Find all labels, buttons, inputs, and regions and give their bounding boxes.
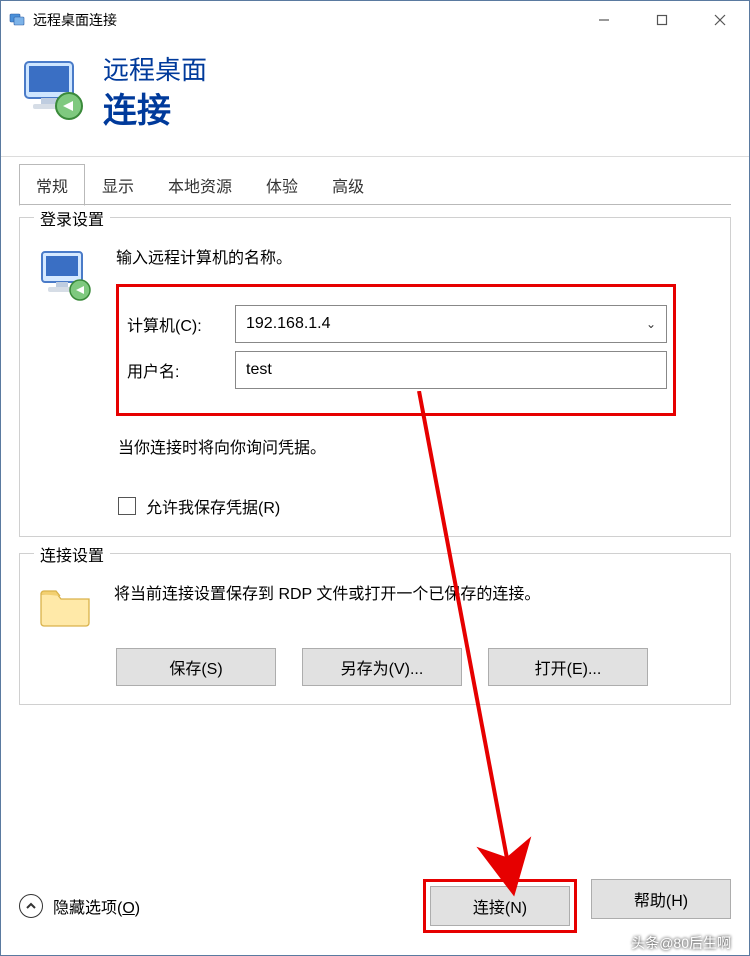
tab-content: 登录设置 输入远程计算机的名称。: [1, 205, 749, 739]
tab-advanced[interactable]: 高级: [315, 164, 381, 206]
username-input[interactable]: test: [235, 351, 667, 389]
credentials-note: 当你连接时将向你询问凭据。: [118, 434, 712, 458]
computer-combobox[interactable]: 192.168.1.4 ⌄: [235, 305, 667, 343]
login-prompt: 输入远程计算机的名称。: [116, 244, 712, 268]
computer-icon: [38, 248, 94, 304]
chevron-up-icon: [19, 894, 43, 918]
computer-value: 192.168.1.4: [246, 315, 331, 333]
save-credentials-row[interactable]: 允许我保存凭据(R): [118, 494, 712, 518]
header-text: 远程桌面 连接: [103, 50, 207, 132]
username-value: test: [246, 361, 272, 379]
login-fieldset: 登录设置 输入远程计算机的名称。: [19, 217, 731, 537]
window-controls: [575, 1, 749, 38]
window-title: 远程桌面连接: [33, 10, 575, 30]
tab-display[interactable]: 显示: [85, 164, 151, 206]
save-button[interactable]: 保存(S): [116, 648, 276, 686]
header: 远程桌面 连接: [1, 38, 749, 156]
header-line2: 连接: [103, 83, 207, 132]
highlight-connect-box: 连接(N): [423, 879, 577, 933]
save-credentials-checkbox[interactable]: [118, 497, 136, 515]
tab-underline: [19, 204, 731, 205]
rdc-header-icon: [19, 56, 89, 126]
tab-experience[interactable]: 体验: [249, 164, 315, 206]
chevron-down-icon: ⌄: [646, 317, 656, 331]
watermark: 头条@80后生啊: [631, 933, 731, 953]
connect-button[interactable]: 连接(N): [430, 886, 570, 926]
tabs: 常规 显示 本地资源 体验 高级: [1, 157, 749, 205]
folder-icon: [38, 584, 92, 628]
highlight-credentials-box: 计算机(C): 192.168.1.4 ⌄ 用户名: test: [116, 284, 676, 416]
open-button[interactable]: 打开(E)...: [488, 648, 648, 686]
help-button[interactable]: 帮助(H): [591, 879, 731, 919]
minimize-button[interactable]: [575, 1, 633, 38]
connection-fieldset: 连接设置 将当前连接设置保存到 RDP 文件或打开一个已保存的连接。 保存(S)…: [19, 553, 731, 705]
connection-legend: 连接设置: [34, 542, 110, 566]
connection-desc: 将当前连接设置保存到 RDP 文件或打开一个已保存的连接。: [114, 580, 712, 604]
hide-options-button[interactable]: 隐藏选项(O): [19, 894, 140, 918]
app-icon: [9, 12, 25, 28]
header-line1: 远程桌面: [103, 50, 207, 87]
tab-local-resources[interactable]: 本地资源: [151, 164, 249, 206]
saveas-button[interactable]: 另存为(V)...: [302, 648, 462, 686]
save-credentials-label: 允许我保存凭据(R): [146, 494, 280, 518]
close-button[interactable]: [691, 1, 749, 38]
rdc-window: 远程桌面连接 远程桌面 连接 常规 显示 本地资源 体验: [0, 0, 750, 956]
computer-label: 计算机(C):: [125, 312, 235, 336]
maximize-button[interactable]: [633, 1, 691, 38]
hide-options-label: 隐藏选项(O): [53, 894, 140, 918]
username-label: 用户名:: [125, 358, 235, 382]
login-legend: 登录设置: [34, 206, 110, 230]
titlebar: 远程桌面连接: [1, 1, 749, 38]
tab-general[interactable]: 常规: [19, 164, 85, 206]
